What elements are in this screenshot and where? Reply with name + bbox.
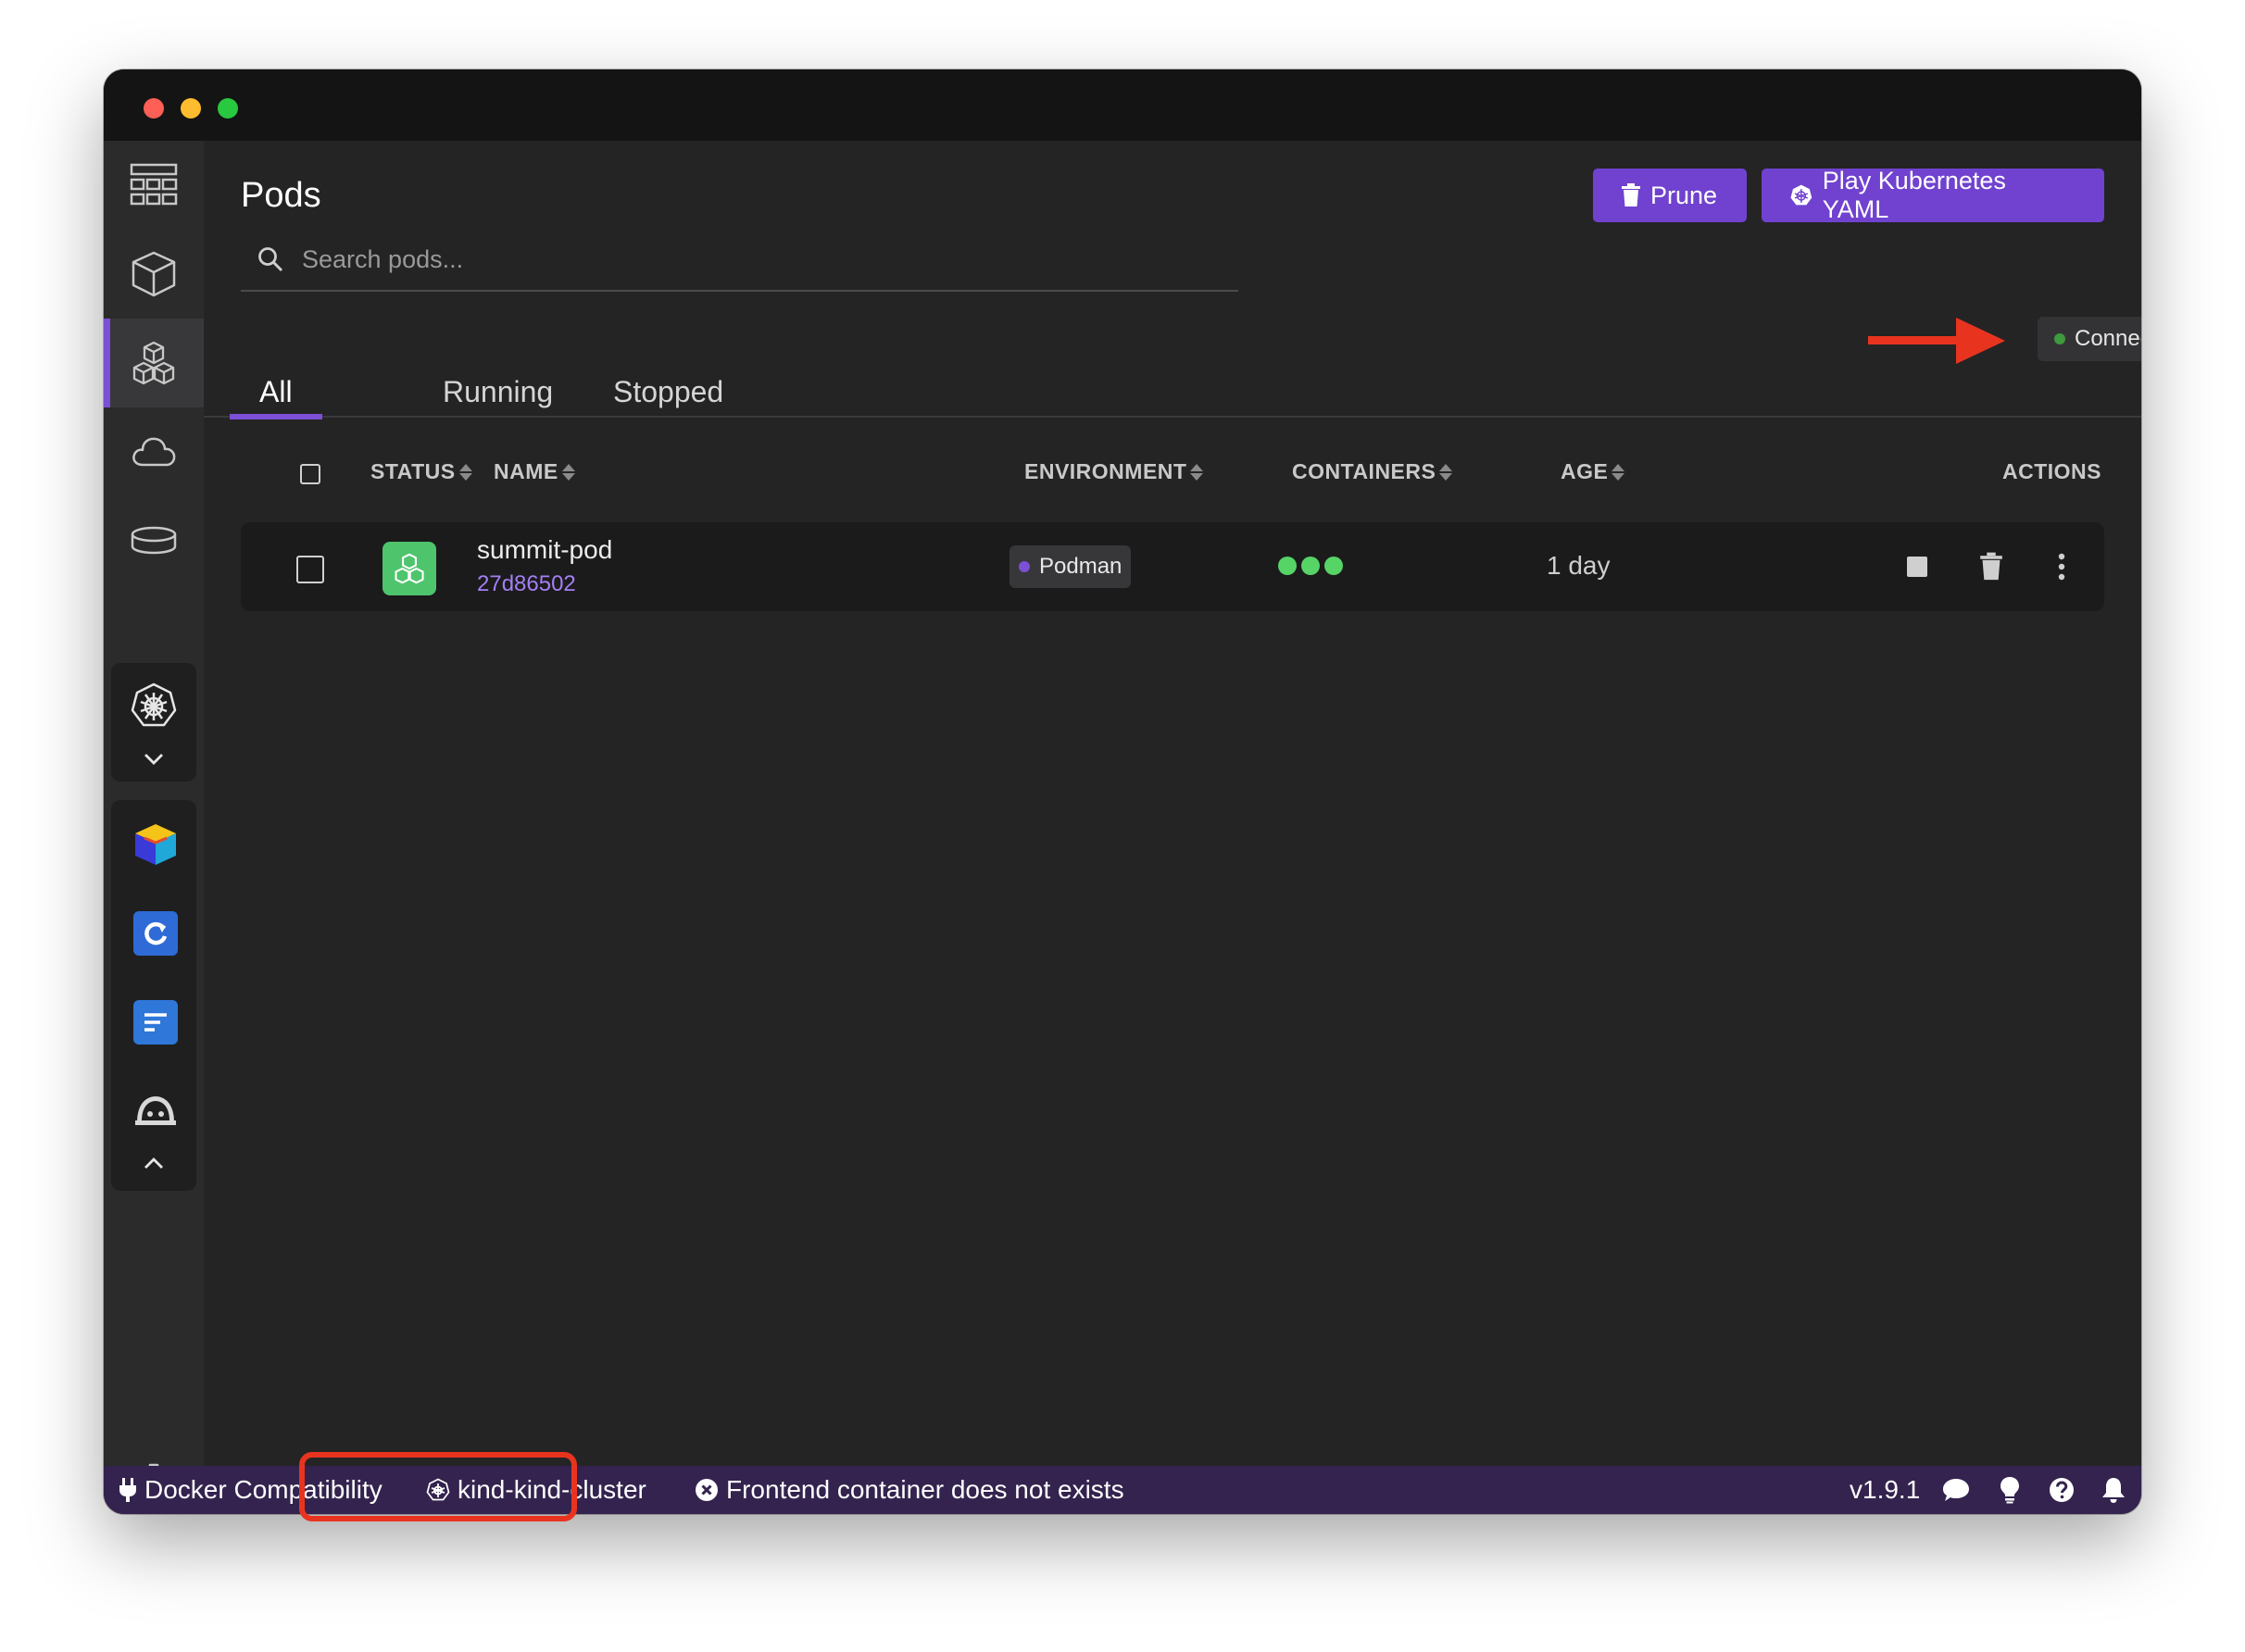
search-icon xyxy=(258,247,283,272)
notifications-button[interactable] xyxy=(2101,1466,2126,1514)
tips-button[interactable] xyxy=(2000,1466,2020,1514)
tab-running[interactable]: Running xyxy=(443,368,553,418)
app-window: Pods Prune Play Kubernetes YAML Connecte… xyxy=(104,69,2141,1514)
sort-icon xyxy=(458,462,472,482)
environment-badge: Podman xyxy=(1010,545,1132,588)
cloud-icon xyxy=(132,437,176,467)
annotation-highlight-box xyxy=(299,1452,577,1521)
close-window-button[interactable] xyxy=(144,98,164,119)
table-header: STATUS NAME ENVIRONMENT CONTAINERS AGE A… xyxy=(241,456,2104,493)
containers-indicator xyxy=(1278,557,1343,575)
environment-label: Podman xyxy=(1039,554,1122,579)
sidebar-item-pods[interactable] xyxy=(104,319,204,407)
container-status-dot[interactable] xyxy=(1324,557,1343,575)
sidebar-item-kubernetes[interactable] xyxy=(130,682,178,730)
lightbulb-icon xyxy=(2000,1477,2019,1504)
trash-icon xyxy=(1622,183,1640,206)
sidebar-item-dashboard[interactable] xyxy=(104,141,204,230)
tab-bar: All Running Stopped xyxy=(204,368,2141,419)
feedback-button[interactable] xyxy=(1942,1466,1970,1514)
error-circle-icon xyxy=(696,1479,718,1501)
column-environment[interactable]: ENVIRONMENT xyxy=(1024,459,1204,484)
help-button[interactable] xyxy=(2049,1466,2075,1514)
play-kubernetes-yaml-button[interactable]: Play Kubernetes YAML xyxy=(1762,167,2104,223)
connected-dot-icon xyxy=(2054,333,2065,344)
sidebar-item-images[interactable] xyxy=(104,407,204,496)
tab-stopped[interactable]: Stopped xyxy=(613,368,723,418)
error-status-label: Frontend container does not exists xyxy=(726,1475,1124,1504)
row-checkbox[interactable] xyxy=(296,556,324,583)
pods-icon xyxy=(132,341,175,385)
column-name-label: NAME xyxy=(494,459,558,483)
chevron-down-icon[interactable] xyxy=(139,745,169,774)
sort-icon xyxy=(1439,462,1453,482)
volume-icon xyxy=(131,526,177,555)
play-kubernetes-yaml-label: Play Kubernetes YAML xyxy=(1822,167,2006,223)
version-label: v1.9.1 xyxy=(1850,1475,1921,1504)
container-status-dot[interactable] xyxy=(1278,557,1297,575)
refresh-extension-icon[interactable] xyxy=(133,911,178,956)
prune-button[interactable]: Prune xyxy=(1593,169,1747,222)
table-row[interactable]: summit-pod 27d86502 Podman 1 day xyxy=(241,522,2104,611)
connection-status-label: Connected xyxy=(2075,326,2141,351)
plug-icon xyxy=(119,1478,136,1502)
more-actions-button[interactable] xyxy=(2043,548,2080,585)
search-input[interactable] xyxy=(302,244,1135,274)
prune-button-label: Prune xyxy=(1650,181,1718,209)
column-containers-label: CONTAINERS xyxy=(1292,459,1436,483)
column-actions: ACTIONS xyxy=(2002,459,2101,484)
sidebar-item-containers[interactable] xyxy=(104,230,204,319)
environment-dot-icon xyxy=(1019,561,1030,572)
pod-name[interactable]: summit-pod xyxy=(477,535,612,565)
delete-pod-button[interactable] xyxy=(1973,548,2010,585)
column-status[interactable]: STATUS xyxy=(370,459,472,484)
kebab-menu-icon xyxy=(2058,553,2065,581)
pod-id: 27d86502 xyxy=(477,571,576,596)
sort-icon xyxy=(1190,462,1204,482)
sort-icon xyxy=(561,462,575,482)
search-bar xyxy=(241,229,1238,292)
column-name[interactable]: NAME xyxy=(494,459,575,484)
title-bar xyxy=(104,69,2141,141)
annotation-arrow-icon xyxy=(1868,318,2005,364)
pod-status-icon xyxy=(383,542,436,595)
kubernetes-icon xyxy=(131,682,177,727)
stop-icon xyxy=(1907,557,1927,577)
bot-extension-icon[interactable] xyxy=(133,1089,178,1133)
trash-icon xyxy=(1980,552,2002,581)
sidebar-item-volumes[interactable] xyxy=(104,496,204,585)
column-containers[interactable]: CONTAINERS xyxy=(1292,459,1453,484)
connection-status-badge: Connected xyxy=(2038,317,2141,361)
sort-icon xyxy=(1612,462,1625,482)
maximize-window-button[interactable] xyxy=(218,98,238,119)
minimize-window-button[interactable] xyxy=(181,98,201,119)
kubernetes-icon xyxy=(1790,184,1812,206)
column-age-label: AGE xyxy=(1561,459,1609,483)
tab-all[interactable]: All xyxy=(230,368,321,419)
main-content: Pods Prune Play Kubernetes YAML Connecte… xyxy=(204,141,2141,1466)
select-all-checkbox[interactable] xyxy=(300,464,320,484)
column-age[interactable]: AGE xyxy=(1561,459,1625,484)
notes-extension-icon[interactable] xyxy=(133,1000,178,1045)
chevron-up-icon[interactable] xyxy=(139,1148,169,1178)
cube-extension-icon[interactable] xyxy=(133,822,178,867)
containers-icon xyxy=(132,251,176,297)
bell-icon xyxy=(2102,1478,2125,1503)
column-actions-label: ACTIONS xyxy=(2002,459,2101,483)
page-title: Pods xyxy=(241,176,321,215)
sidebar xyxy=(104,141,204,1509)
container-status-dot[interactable] xyxy=(1301,557,1320,575)
kubernetes-group xyxy=(111,663,196,782)
help-icon xyxy=(2050,1478,2074,1502)
error-status-item[interactable]: Frontend container does not exists xyxy=(695,1466,1124,1514)
column-environment-label: ENVIRONMENT xyxy=(1024,459,1187,483)
pod-age: 1 day xyxy=(1547,551,1611,580)
column-status-label: STATUS xyxy=(370,459,456,483)
extensions-group xyxy=(111,800,196,1191)
stop-pod-button[interactable] xyxy=(1899,548,1936,585)
chat-bubble-icon xyxy=(1943,1479,1969,1501)
dashboard-icon xyxy=(130,163,178,206)
